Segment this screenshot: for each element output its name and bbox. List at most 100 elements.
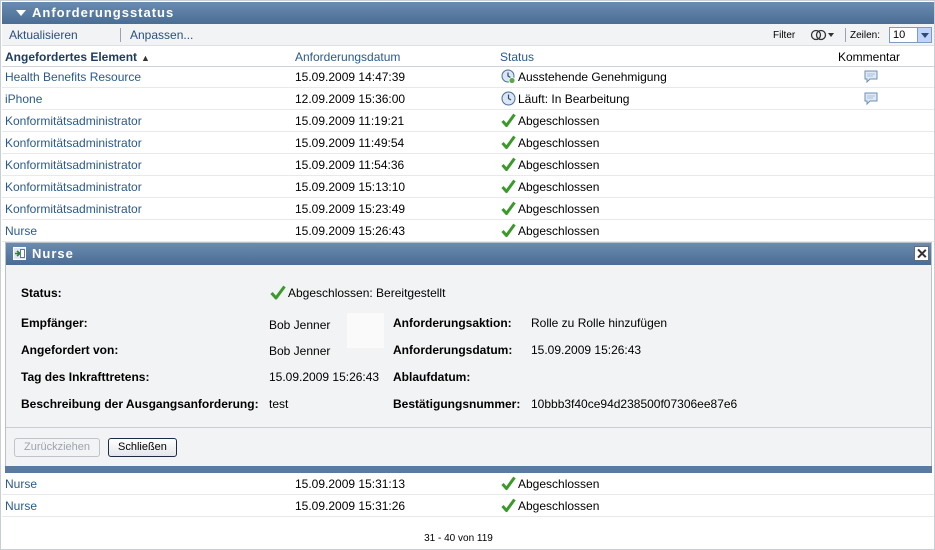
rows-per-page-select[interactable]: 10 [889, 27, 932, 43]
description-label: Beschreibung der Ausgangsanforderung: [21, 397, 259, 411]
status-cell: Abgeschlossen [518, 202, 600, 216]
toolbar-separator [845, 28, 846, 42]
request-date-value: 15.09.2009 15:26:43 [531, 343, 642, 357]
comment-icon[interactable] [864, 70, 878, 83]
status-cell: Abgeschlossen [518, 136, 600, 150]
detail-divider [6, 427, 931, 428]
column-header-comment: Kommentar [838, 50, 901, 64]
status-cell: Abgeschlossen [518, 224, 600, 238]
request-date-label: Anforderungsdatum: [393, 343, 513, 357]
status-cell: Ausstehende Genehmigung [518, 70, 667, 84]
table-row[interactable]: iPhone 12.09.2009 15:36:00 Läuft: In Bearb… [2, 88, 934, 110]
expiry-date-label: Ablaufdatum: [393, 370, 471, 384]
table-row[interactable]: Nurse 15.09.2009 15:26:43 Abgeschlossen [2, 220, 934, 242]
pending-approval-icon [501, 69, 516, 84]
request-date-cell: 15.09.2009 15:26:43 [295, 224, 406, 238]
close-icon[interactable] [914, 246, 929, 261]
close-button[interactable]: Schließen [108, 438, 177, 457]
request-date-cell: 15.09.2009 11:54:36 [295, 158, 405, 172]
effective-date-value: 15.09.2009 15:26:43 [269, 370, 380, 384]
filter-label: Filter [773, 30, 796, 41]
portlet-titlebar[interactable]: Anforderungsstatus [2, 2, 934, 24]
requested-element-link[interactable]: Konformitätsadministrator [5, 180, 142, 194]
recipient-info-box [347, 313, 384, 348]
requested-element-link[interactable]: Nurse [5, 224, 37, 238]
checkmark-icon [501, 179, 516, 193]
effective-date-label: Tag des Inkrafttretens: [21, 370, 150, 384]
pagination-text: 31 - 40 von 119 [424, 533, 493, 544]
detail-titlebar: Nurse [6, 243, 931, 265]
table-row[interactable]: Nurse 15.09.2009 15:31:13 Abgeschlossen [2, 473, 934, 495]
column-header-status[interactable]: Status [500, 50, 534, 64]
requested-element-link[interactable]: Konformitätsadministrator [5, 114, 142, 128]
checkmark-icon [501, 223, 516, 237]
chevron-down-icon[interactable] [917, 28, 931, 42]
status-cell: Abgeschlossen [518, 180, 600, 194]
requested-element-link[interactable]: Konformitätsadministrator [5, 136, 142, 150]
status-cell: Abgeschlossen [518, 477, 600, 491]
request-date-cell: 15.09.2009 15:31:26 [295, 499, 406, 513]
comment-icon[interactable] [864, 92, 878, 105]
detail-bottom-bar [5, 466, 932, 473]
requested-element-link[interactable]: Nurse [5, 477, 37, 491]
request-date-cell: 15.09.2009 15:13:10 [295, 180, 406, 194]
column-header-element[interactable]: Angefordertes Element ▲ [5, 50, 150, 64]
requested-element-link[interactable]: iPhone [5, 92, 42, 106]
checkmark-icon [501, 157, 516, 171]
description-value: test [269, 397, 289, 411]
requested-by-label: Angefordert von: [21, 343, 119, 357]
recipient-value: Bob Jenner [269, 318, 331, 332]
refresh-link[interactable]: Aktualisieren [9, 28, 78, 42]
sort-ascending-icon: ▲ [141, 53, 150, 63]
table-row[interactable]: Konformitätsadministrator 15.09.2009 15:1… [2, 176, 934, 198]
checkmark-icon [501, 135, 516, 149]
checkmark-icon [501, 113, 516, 127]
table-row[interactable]: Konformitätsadministrator 15.09.2009 15:2… [2, 198, 934, 220]
toolbar: Aktualisieren Anpassen... Filter Zeilen:… [2, 24, 934, 46]
table-row[interactable]: Konformitätsadministrator 15.09.2009 11:4… [2, 132, 934, 154]
checkmark-icon [501, 476, 516, 490]
request-date-cell: 15.09.2009 15:31:13 [295, 477, 406, 491]
detail-title: Nurse [32, 246, 74, 261]
retract-button[interactable]: Zurückziehen [14, 438, 101, 457]
checkmark-icon [501, 498, 516, 512]
rows-per-page-value: 10 [893, 29, 906, 41]
pagination-info: 31 - 40 von 119 [1, 533, 935, 544]
request-date-cell: 12.09.2009 15:36:00 [295, 92, 406, 106]
confirmation-number-label: Bestätigungsnummer: [393, 397, 521, 411]
checkmark-icon [501, 201, 516, 215]
status-cell: Abgeschlossen [518, 499, 600, 513]
request-detail-icon [13, 247, 26, 260]
request-date-cell: 15.09.2009 14:47:39 [295, 70, 406, 84]
confirmation-number-value: 10bbb3f40ce94d238500f07306ee87e6 [531, 397, 738, 411]
recipient-label: Empfänger: [21, 316, 88, 330]
request-action-value: Rolle zu Rolle hinzufügen [531, 316, 668, 330]
column-header-date[interactable]: Anforderungsdatum [295, 50, 400, 64]
requested-element-link[interactable]: Health Benefits Resource [5, 70, 141, 84]
customize-link[interactable]: Anpassen... [130, 28, 193, 42]
request-date-cell: 15.09.2009 11:49:54 [295, 136, 405, 150]
request-action-label: Anforderungsaktion: [393, 316, 512, 330]
clock-icon [501, 91, 516, 106]
portlet-title: Anforderungsstatus [32, 5, 175, 20]
requested-element-link[interactable]: Konformitätsadministrator [5, 158, 142, 172]
requested-by-value: Bob Jenner [269, 344, 331, 358]
checkmark-icon [270, 285, 286, 300]
request-status-portlet: Anforderungsstatus Aktualisieren Anpasse… [0, 0, 935, 550]
requested-element-link[interactable]: Konformitätsadministrator [5, 202, 142, 216]
request-date-cell: 15.09.2009 11:19:21 [295, 114, 405, 128]
table-row[interactable]: Konformitätsadministrator 15.09.2009 11:5… [2, 154, 934, 176]
detail-status-value: Abgeschlossen: Bereitgestellt [288, 286, 446, 300]
toolbar-separator [120, 28, 121, 42]
table-row[interactable]: Konformitätsadministrator 15.09.2009 11:1… [2, 110, 934, 132]
collapse-triangle-icon[interactable] [16, 9, 26, 16]
table-row[interactable]: Health Benefits Resource 15.09.2009 14:47… [2, 66, 934, 88]
table-row[interactable]: Nurse 15.09.2009 15:31:26 Abgeschlossen [2, 495, 934, 517]
filter-icon[interactable] [810, 28, 836, 42]
rows-per-page-label: Zeilen: [850, 30, 881, 41]
status-cell: Abgeschlossen [518, 114, 600, 128]
status-cell: Abgeschlossen [518, 158, 600, 172]
requested-element-link[interactable]: Nurse [5, 499, 37, 513]
table-header: Angefordertes Element ▲ Anforderungsdatum… [2, 47, 934, 67]
request-date-cell: 15.09.2009 15:23:49 [295, 202, 406, 216]
